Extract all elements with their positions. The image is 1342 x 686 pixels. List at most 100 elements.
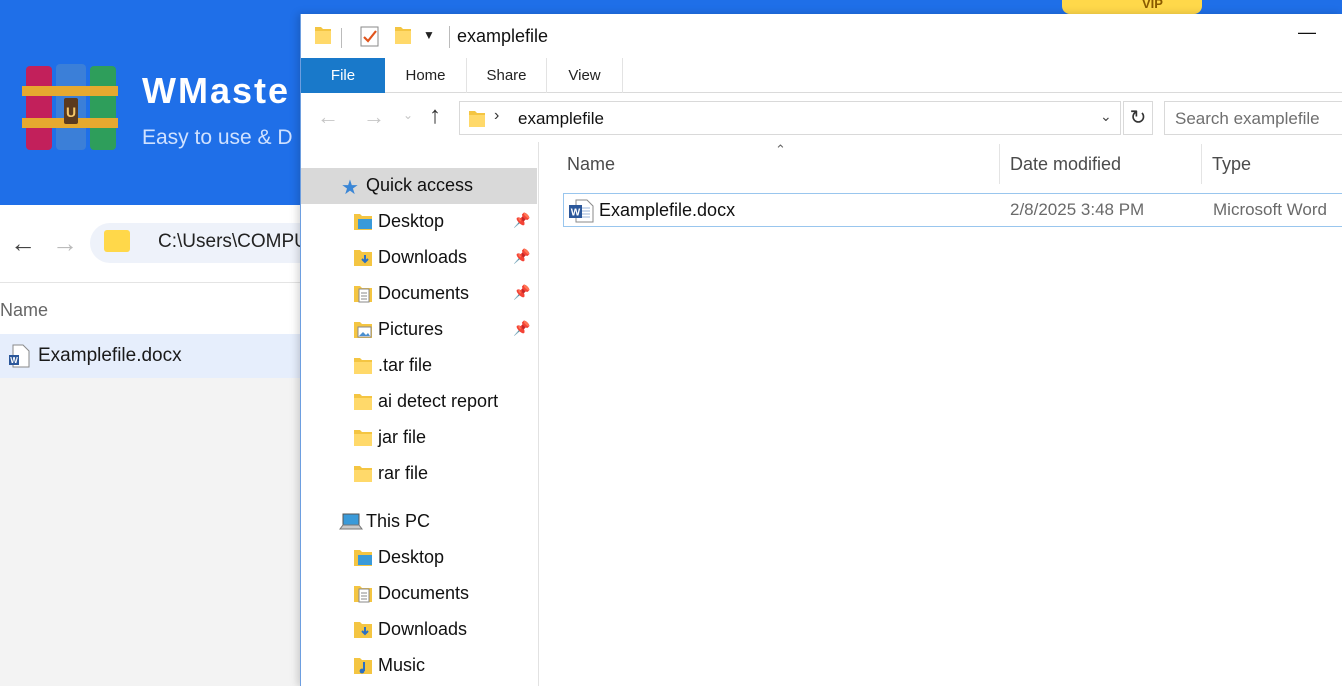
ribbon-tabs: File Home Share View [301,58,1342,93]
refresh-icon: ↻ [1129,107,1147,129]
sidebar-item-jar-file[interactable]: jar file [301,420,537,456]
folder-icon [104,230,130,252]
pin-icon[interactable]: 📌 [513,284,530,301]
word-document-icon: W [569,199,594,223]
pin-icon[interactable]: 📌 [513,320,530,337]
sidebar-item-label: Pictures [378,319,444,339]
folder-icon [354,394,372,410]
folder-icon [315,27,331,44]
refresh-button[interactable]: ↻ [1123,101,1153,135]
search-placeholder: Search examplefile [1175,109,1320,128]
svg-text:W: W [571,208,581,219]
breadcrumb-chevron-icon[interactable]: › [494,107,499,125]
address-bar[interactable]: › examplefile ⌄ [459,101,1121,135]
sidebar-item-label: Downloads [378,247,468,267]
wmaster-tagline: Easy to use & D [142,126,293,149]
pin-icon[interactable]: 📌 [513,212,530,229]
sidebar-item-label: This PC [366,511,431,531]
desktop-folder-icon [354,550,372,566]
wmaster-file-name: Examplefile.docx [38,345,182,366]
sidebar-item-label: .tar file [378,355,433,375]
back-arrow-icon[interactable]: ← [317,104,339,130]
up-arrow-icon[interactable]: ↑ [429,102,441,130]
new-folder-icon[interactable] [393,24,413,46]
sidebar-item-label: Documents [378,283,470,303]
wmaster-column-name[interactable]: Name [0,300,48,321]
sidebar-item-desktop[interactable]: Desktop 📌 [301,204,537,240]
documents-folder-icon [354,586,372,603]
desktop-folder-icon [354,214,372,230]
sidebar-item-pc-downloads[interactable]: Downloads [301,612,537,648]
sidebar-item-pc-music[interactable]: Music [301,648,537,684]
file-explorer-window: ▼ examplefile — File Home Share View ← →… [300,14,1342,686]
folder-icon [354,358,372,374]
column-header-name[interactable]: Name [567,154,615,175]
svg-text:U: U [66,104,76,120]
sidebar-item-label: Music [378,655,426,675]
wmaster-brand: WMaste [142,70,291,111]
downloads-folder-icon [354,622,372,638]
sidebar-item-label: Desktop [378,547,445,567]
sidebar-item-pc-desktop[interactable]: Desktop [301,540,537,576]
wmaster-content-area [0,378,302,686]
folder-icon [469,111,485,127]
sidebar-item-this-pc[interactable]: This PC [301,504,537,540]
sidebar-item-downloads[interactable]: Downloads 📌 [301,240,537,276]
tab-view[interactable]: View [547,58,623,93]
winrar-logo-icon: U [22,64,118,150]
window-title: examplefile [457,26,549,46]
title-separator [449,26,450,48]
table-row[interactable]: W Examplefile.docx 2/8/2025 3:48 PM Micr… [563,193,1342,227]
breadcrumb-examplefile[interactable]: examplefile [518,109,604,129]
column-divider[interactable] [1201,144,1202,184]
pin-icon[interactable]: 📌 [513,248,530,265]
computer-icon [339,513,363,530]
tab-home[interactable]: Home [385,58,467,93]
column-header-date-modified[interactable]: Date modified [1010,154,1121,175]
file-date-modified: 2/8/2025 3:48 PM [1010,200,1145,219]
address-dropdown-icon[interactable]: ⌄ [1100,108,1112,125]
sidebar-item-label: ai detect report [378,391,499,411]
back-arrow-icon[interactable]: ← [10,228,36,259]
title-bar: ▼ examplefile — [301,14,1342,58]
sidebar-item-pc-documents[interactable]: Documents [301,576,537,612]
sidebar-item-pictures[interactable]: Pictures 📌 [301,312,537,348]
file-name: Examplefile.docx [599,200,736,220]
customize-toolbar-dropdown-icon[interactable]: ▼ [423,28,435,42]
title-separator [341,28,342,48]
file-list: ⌃ Name Date modified Type W Examplefile.… [539,142,1342,686]
column-divider[interactable] [999,144,1000,184]
forward-arrow-icon[interactable]: → [363,104,385,130]
sidebar-item-label: Quick access [366,175,474,195]
sidebar-item-tar-file[interactable]: .tar file [301,348,537,384]
star-icon: ★ [341,177,359,199]
navigation-pane: ★ Quick access Desktop 📌 Downloads 📌 Doc… [301,142,539,686]
sidebar-item-label: Downloads [378,619,468,639]
sidebar-item-rar-file[interactable]: rar file [301,456,537,492]
sidebar-item-label: Documents [378,583,470,603]
sort-ascending-icon: ⌃ [775,142,786,157]
sidebar-item-quick-access[interactable]: ★ Quick access [301,168,537,204]
wmaster-path-text: C:\Users\COMPU [158,231,308,252]
tab-share[interactable]: Share [467,58,547,93]
sidebar-item-label: Desktop [378,211,445,231]
vip-banner[interactable]: VIP [1062,0,1202,14]
forward-arrow-icon[interactable]: → [52,228,78,259]
vip-label: VIP [1142,0,1163,11]
address-row: ← → ⌄ ↑ › examplefile ⌄ ↻ Search example… [301,94,1342,142]
sidebar-item-documents[interactable]: Documents 📌 [301,276,537,312]
sidebar-item-label: jar file [378,427,427,447]
minimize-button[interactable]: — [1297,22,1317,43]
sidebar-item-ai-detect-report[interactable]: ai detect report [301,384,537,420]
pictures-folder-icon [354,322,372,338]
recent-locations-chevron-icon[interactable]: ⌄ [403,108,413,122]
folder-icon [354,430,372,446]
column-header-type[interactable]: Type [1212,154,1251,175]
downloads-folder-icon [354,250,372,266]
search-input[interactable]: Search examplefile [1164,101,1342,135]
word-document-icon: W [9,344,30,368]
folder-icon [354,466,372,482]
music-folder-icon [354,658,372,674]
tab-file[interactable]: File [301,58,385,93]
properties-checkmark-icon[interactable] [359,24,381,48]
